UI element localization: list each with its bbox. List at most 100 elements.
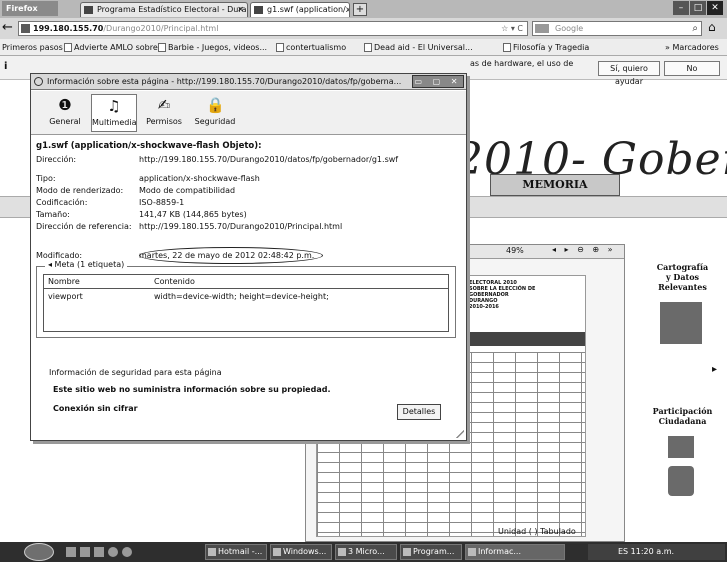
bookmark-label: Barbie - Juegos, videos... (168, 43, 268, 52)
bookmarks-bar: Primeros pasos Advierte AMLO sobre... Ba… (0, 39, 727, 56)
field-referencia: Dirección de referencia: http://199.180.1… (36, 222, 342, 231)
taskbar-windows[interactable]: Windows... (270, 544, 332, 560)
page-icon (158, 43, 166, 52)
close-tab-icon[interactable]: ✕ (237, 3, 244, 17)
field-key: Tipo: (36, 174, 56, 183)
navigation-bar: ← 199.180.155.70/Durango2010/Principal.h… (0, 18, 727, 39)
quicklaunch-icon[interactable] (94, 547, 104, 557)
bookmark-filosofia[interactable]: Filosofía y Tragedia (503, 42, 589, 54)
tab-bar: Firefox Programa Estadístico Electoral -… (0, 0, 727, 18)
field-key: Dirección: (36, 155, 77, 164)
tab-title: Programa Estadístico Electoral - Dura... (97, 5, 248, 14)
participacion-link[interactable]: Participación Ciudadana (640, 406, 725, 426)
site-identity-icon[interactable] (21, 24, 30, 33)
tab-general[interactable]: ❶ General (47, 94, 83, 132)
taskbar-program[interactable]: Program... (400, 544, 462, 560)
bookmark-contertualismo[interactable]: contertualismo (276, 42, 346, 54)
taskbar-informacion[interactable]: Informac... (465, 544, 565, 560)
no-button[interactable]: No (664, 61, 720, 76)
tab-seguridad[interactable]: 🔒 Seguridad (191, 94, 239, 132)
taskbar-hotmail[interactable]: Hotmail -... (205, 544, 267, 560)
google-icon[interactable] (535, 24, 549, 33)
close-window-button[interactable]: ✕ (707, 1, 723, 15)
field-direccion: Dirección: http://199.180.155.70/Durango2… (36, 155, 398, 164)
dialog-title-bar[interactable]: Información sobre esta página - http://1… (31, 74, 466, 90)
dialog-title: Información sobre esta página - http://1… (47, 77, 402, 86)
dialog-tabs: ❶ General ♫ Multimedia ✍ Permisos 🔒 Segu… (31, 91, 466, 135)
taskbar: Hotmail -... Windows... 3 Micro... Progr… (0, 542, 727, 562)
system-tray[interactable]: ES 11:20 a.m. (588, 544, 725, 560)
memoria-button[interactable]: MEMORIA (490, 174, 620, 196)
search-placeholder: Google (555, 24, 584, 33)
ballot-box-icon[interactable] (668, 436, 694, 458)
maximize-button[interactable]: □ (690, 1, 706, 15)
tab-permisos[interactable]: ✍ Permisos (144, 94, 184, 132)
bookmark-dead-aid[interactable]: Dead aid - El Universal... (364, 42, 473, 54)
meta-row-content[interactable]: width=device-width; height=device-height… (154, 292, 329, 301)
tab-multimedia[interactable]: ♫ Multimedia (91, 94, 137, 132)
tab-label: Seguridad (194, 117, 236, 126)
field-key: Tamaño: (36, 210, 70, 219)
info-icon: ❶ (58, 96, 72, 114)
bookmark-barbie[interactable]: Barbie - Juegos, videos... (158, 42, 267, 54)
field-value: http://199.180.155.70/Durango2010/Princi… (139, 222, 343, 231)
quicklaunch-icon[interactable] (80, 547, 90, 557)
lock-icon: 🔒 (206, 96, 225, 114)
meta-toggle[interactable]: ◂ Meta (1 etiqueta) (45, 260, 128, 269)
reload-icon[interactable]: ☆ ▾ C (501, 22, 523, 35)
tab-g1-swf[interactable]: g1.swf (application/x-shockwave-flas... (250, 2, 350, 17)
address-bar[interactable]: 199.180.155.70/Durango2010/Principal.htm… (18, 21, 528, 36)
field-tipo: Tipo: application/x-shockwave-flash (36, 174, 260, 183)
search-box[interactable]: Google ⌕ (532, 21, 702, 36)
tab-programa-estadistico[interactable]: Programa Estadístico Electoral - Dura...… (80, 2, 248, 17)
disc-icon[interactable] (668, 466, 694, 496)
yes-help-button[interactable]: Sí, quiero ayudar (598, 61, 660, 86)
chrome-icon[interactable] (122, 547, 132, 557)
taskbar-micro[interactable]: 3 Micro... (335, 544, 397, 560)
bookmark-amlo[interactable]: Advierte AMLO sobre... (64, 42, 165, 54)
minimize-button[interactable]: – (673, 1, 689, 15)
map-icon[interactable] (660, 302, 702, 344)
flash-tools[interactable]: ◂ ▸ ⊖ ⊕ » (552, 245, 616, 254)
meta-row-name[interactable]: viewport (48, 292, 83, 301)
field-key: Codificación: (36, 198, 88, 207)
security-title: Información de seguridad para esta págin… (49, 368, 222, 377)
url-host: 199.180.155.70 (33, 24, 104, 33)
zoom-level[interactable]: 49% (506, 246, 524, 255)
bookmarks-menu[interactable]: » Marcadores (665, 42, 719, 54)
bookmark-primeros-pasos[interactable]: Primeros pasos (2, 42, 63, 54)
search-icon[interactable]: ⌕ (692, 22, 698, 35)
bookmark-label: contertualismo (286, 43, 347, 52)
page-favicon-icon (84, 6, 93, 14)
document-favicon-icon (254, 6, 263, 14)
column-header-contenido[interactable]: Contenido (154, 277, 195, 286)
page-icon (64, 43, 72, 52)
new-tab-button[interactable]: + (353, 3, 367, 16)
page-icon (503, 43, 511, 52)
resize-grip-icon[interactable] (454, 428, 464, 438)
quicklaunch-icon[interactable] (66, 547, 76, 557)
column-header-nombre[interactable]: Nombre (48, 277, 80, 286)
header-divider (44, 288, 448, 289)
cartografia-link[interactable]: Cartografía y Datos Relevantes (640, 262, 725, 292)
tab-label: Permisos (146, 117, 182, 126)
permissions-icon: ✍ (157, 96, 171, 114)
url-path: /Durango2010/Principal.html (103, 24, 219, 33)
handdrawn-circle-annotation (139, 247, 323, 264)
home-icon[interactable]: ⌂ (708, 20, 716, 34)
field-key: Dirección de referencia: (36, 222, 132, 231)
tab-label: Multimedia (92, 118, 137, 127)
table-header (469, 332, 585, 346)
start-button[interactable] (24, 543, 54, 561)
firefox-menu-button[interactable]: Firefox (2, 1, 58, 16)
field-modo: Modo de renderizado: Modo de compatibilid… (36, 186, 235, 195)
meta-table[interactable]: Nombre Contenido viewport width=device-w… (43, 274, 449, 332)
meta-group: ◂ Meta (1 etiqueta) Nombre Contenido vie… (36, 260, 456, 338)
back-arrow-icon[interactable]: ← (2, 21, 13, 35)
chevron-right-icon[interactable]: ▸ (712, 364, 717, 375)
details-button[interactable]: Detalles (397, 404, 441, 420)
field-key: Modo de renderizado: (36, 186, 124, 195)
dialog-window-controls[interactable]: ▭ ▢ ✕ (412, 75, 464, 88)
browser-icon[interactable] (108, 547, 118, 557)
security-ownership-text: Este sitio web no suministra información… (53, 385, 331, 394)
